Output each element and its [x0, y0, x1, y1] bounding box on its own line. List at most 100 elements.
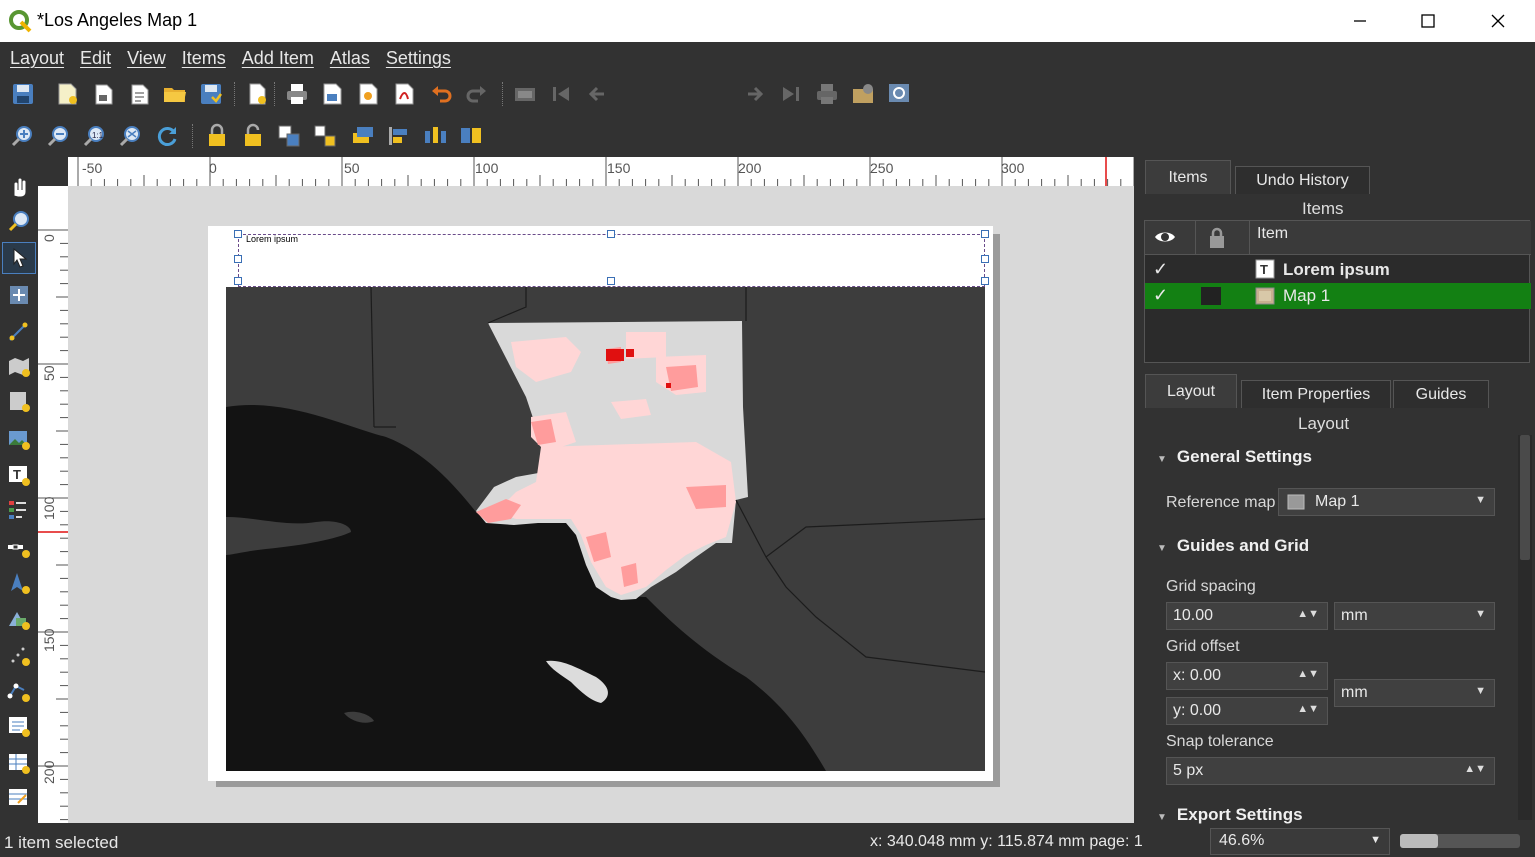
grid-offset-x-spinbox[interactable]: x: 0.00 ▲▼ [1166, 662, 1328, 690]
guides-grid-section[interactable]: ▼ Guides and Grid [1157, 536, 1309, 556]
menu-view[interactable]: View [119, 48, 174, 69]
resize-handle[interactable] [234, 230, 242, 238]
print-icon[interactable] [284, 81, 310, 107]
layout-canvas[interactable]: Lorem ipsum [68, 186, 1134, 823]
item-row-label[interactable]: ✓ T Lorem ipsum [1145, 257, 1531, 283]
menu-add-item[interactable]: Add Item [234, 48, 322, 69]
new-layout-icon[interactable] [54, 81, 80, 107]
lock-checkbox[interactable] [1201, 287, 1221, 305]
resize-handle[interactable] [981, 255, 989, 263]
minimize-button[interactable] [1325, 0, 1395, 42]
tab-guides[interactable]: Guides [1393, 380, 1489, 408]
ungroup-items-icon[interactable] [312, 123, 338, 149]
export-settings-section[interactable]: ▼ Export Settings [1157, 805, 1303, 825]
next-feature-icon[interactable] [742, 81, 768, 107]
move-content-icon[interactable] [6, 282, 32, 308]
zoom-slider[interactable] [1400, 834, 1520, 848]
lock-icon[interactable] [1207, 226, 1227, 250]
distribute-items-icon[interactable] [422, 123, 448, 149]
menu-settings[interactable]: Settings [378, 48, 459, 69]
add-attribute-table-icon[interactable] [6, 750, 32, 776]
raise-items-icon[interactable] [350, 123, 376, 149]
visibility-checkbox[interactable]: ✓ [1153, 285, 1168, 306]
scrollbar-thumb[interactable] [1520, 435, 1530, 560]
zoom-in-icon[interactable] [10, 123, 36, 149]
add-html-icon[interactable] [6, 713, 32, 739]
align-items-icon[interactable] [386, 123, 412, 149]
visibility-eye-icon[interactable] [1153, 227, 1177, 247]
previous-feature-icon[interactable] [584, 81, 610, 107]
select-tool-button[interactable] [2, 242, 36, 274]
tab-items[interactable]: Items [1145, 160, 1231, 194]
undo-icon[interactable] [428, 81, 454, 107]
map-item[interactable] [226, 287, 985, 771]
duplicate-layout-icon[interactable] [90, 81, 116, 107]
tab-layout[interactable]: Layout [1145, 374, 1237, 408]
item-row-map[interactable]: ✓ Map 1 [1145, 283, 1531, 309]
close-button[interactable] [1463, 0, 1533, 42]
grid-spacing-spinbox[interactable]: 10.00 ▲▼ [1166, 602, 1328, 630]
add-pages-icon[interactable] [244, 81, 270, 107]
add-node-item-icon[interactable] [6, 678, 32, 704]
atlas-preview-icon[interactable] [512, 81, 538, 107]
add-north-arrow-icon[interactable] [6, 570, 32, 596]
general-settings-section[interactable]: ▼ General Settings [1157, 447, 1312, 467]
grid-offset-y-spinbox[interactable]: y: 0.00 ▲▼ [1166, 697, 1328, 725]
menu-layout[interactable]: Layout [2, 48, 72, 69]
edit-nodes-icon[interactable] [6, 318, 32, 344]
atlas-zoom-icon[interactable] [886, 81, 912, 107]
menu-items[interactable]: Items [174, 48, 234, 69]
refresh-icon[interactable] [154, 123, 180, 149]
first-feature-icon[interactable] [548, 81, 574, 107]
add-legend-icon[interactable] [6, 497, 32, 523]
group-items-icon[interactable] [276, 123, 302, 149]
menu-atlas[interactable]: Atlas [322, 48, 378, 69]
add-shape-icon[interactable] [6, 606, 32, 632]
resize-handle[interactable] [234, 255, 242, 263]
resize-handle[interactable] [981, 230, 989, 238]
grid-spacing-unit-select[interactable]: mm ▼ [1334, 602, 1495, 630]
add-marker-icon[interactable] [6, 642, 32, 668]
pan-icon[interactable] [6, 174, 32, 200]
resize-handle[interactable] [607, 230, 615, 238]
add-map-icon[interactable] [6, 353, 32, 379]
zoom-level-combo[interactable]: 46.6% ▼ [1210, 828, 1390, 855]
add-label-icon[interactable]: T [6, 462, 32, 488]
export-image-icon[interactable] [320, 81, 346, 107]
maximize-button[interactable] [1393, 0, 1463, 42]
tab-item-properties[interactable]: Item Properties [1241, 380, 1391, 408]
zoom-slider-thumb[interactable] [1400, 834, 1438, 848]
unlock-items-icon[interactable] [240, 123, 266, 149]
export-svg-icon[interactable] [356, 81, 382, 107]
add-scalebar-icon[interactable] [6, 534, 32, 560]
menu-edit[interactable]: Edit [72, 48, 119, 69]
zoom-actual-icon[interactable]: 1:1 [82, 123, 108, 149]
export-pdf-icon[interactable] [392, 81, 418, 107]
add-fixed-table-icon[interactable] [6, 785, 32, 811]
save-as-template-icon[interactable] [198, 81, 224, 107]
grid-offset-unit-select[interactable]: mm ▼ [1334, 679, 1495, 707]
panel-scrollbar[interactable] [1518, 435, 1532, 820]
snap-tolerance-spinbox[interactable]: 5 px ▲▼ [1166, 757, 1495, 785]
redo-icon[interactable] [464, 81, 490, 107]
resize-handle[interactable] [981, 277, 989, 285]
zoom-full-icon[interactable] [118, 123, 144, 149]
resize-handle[interactable] [234, 277, 242, 285]
atlas-settings-icon[interactable] [850, 81, 876, 107]
save-icon[interactable] [10, 81, 36, 107]
last-feature-icon[interactable] [778, 81, 804, 107]
lock-items-icon[interactable] [204, 123, 230, 149]
open-folder-icon[interactable] [162, 81, 188, 107]
zoom-tool-icon[interactable] [6, 208, 32, 234]
visibility-checkbox[interactable]: ✓ [1153, 259, 1168, 280]
print-atlas-icon[interactable] [814, 81, 840, 107]
add-3d-map-icon[interactable] [6, 388, 32, 414]
add-picture-icon[interactable] [6, 426, 32, 452]
layout-manager-icon[interactable] [126, 81, 152, 107]
tab-undo-history[interactable]: Undo History [1235, 166, 1370, 194]
resize-handle[interactable] [607, 277, 615, 285]
layout-page[interactable]: Lorem ipsum [208, 226, 993, 781]
zoom-out-icon[interactable] [46, 123, 72, 149]
reference-map-select[interactable]: Map 1 ▼ [1278, 488, 1495, 516]
resize-items-icon[interactable] [458, 123, 484, 149]
